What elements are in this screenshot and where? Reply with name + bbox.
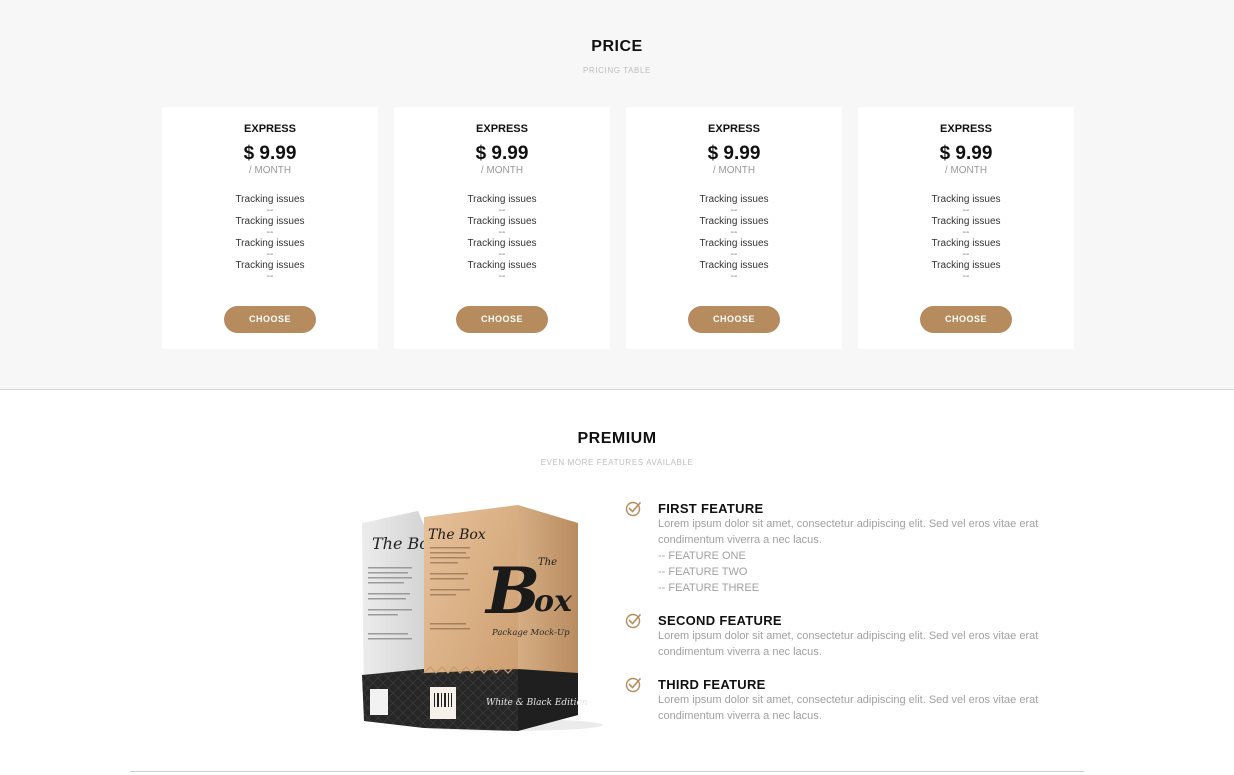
plan-feature: Tracking issues [931,260,1001,271]
feature-subitem: -- FEATURE ONE [658,550,746,562]
plan-name: EXPRESS [940,123,992,135]
feature-description: Lorem ipsum dolor sit amet, consectetur … [658,628,1073,660]
section-divider [130,771,1084,772]
plan-feature: Tracking issues [467,216,537,227]
plan-feature: Tracking issues [931,238,1001,249]
plan-feature-separator: -- [498,227,506,238]
box-front-caption: Package Mock-Up [491,628,570,638]
product-box-image: The Box The Box B ox The Package Mock-Up… [362,505,603,731]
feature-title: FIRST FEATURE [658,501,764,516]
feature-subitem: -- FEATURE THREE [658,582,760,594]
premium-subtitle: EVEN MORE FEATURES AVAILABLE [540,458,694,467]
plan-feature-separator: -- [266,205,274,216]
choose-button[interactable]: CHOOSE [688,306,780,333]
feature-description: Lorem ipsum dolor sit amet, consectetur … [658,516,1073,596]
svg-text:B: B [484,554,540,629]
check-circle-icon [625,613,641,629]
plan-feature: Tracking issues [931,216,1001,227]
choose-button[interactable]: CHOOSE [920,306,1012,333]
plan-feature-separator: -- [962,227,970,238]
pricing-card: EXPRESS $ 9.99 / MONTH Tracking issues -… [162,107,378,349]
plan-feature-separator: -- [498,205,506,216]
pricing-card: EXPRESS $ 9.99 / MONTH Tracking issues -… [626,107,842,349]
plan-feature-separator: -- [266,271,274,282]
plan-price: $ 9.99 [939,143,993,164]
plan-feature-separator: -- [962,249,970,260]
plan-feature: Tracking issues [931,194,1001,205]
feature-title: SECOND FEATURE [658,613,782,628]
plan-feature-separator: -- [730,205,738,216]
feature-subitem: -- FEATURE TWO [658,566,748,578]
plan-feature-separator: -- [962,271,970,282]
feature-title: THIRD FEATURE [658,677,766,692]
plan-period: / MONTH [944,165,988,176]
plan-feature-list: Tracking issues -- Tracking issues -- Tr… [162,194,378,282]
plan-name: EXPRESS [708,123,760,135]
plan-name: EXPRESS [244,123,296,135]
check-circle-icon [625,501,641,517]
plan-name: EXPRESS [476,123,528,135]
plan-feature: Tracking issues [467,260,537,271]
feature-body-text: Lorem ipsum dolor sit amet, consectetur … [658,518,1039,546]
plan-feature: Tracking issues [699,194,769,205]
svg-text:The: The [538,557,557,568]
choose-button[interactable]: CHOOSE [224,306,316,333]
plan-period: / MONTH [712,165,756,176]
pricing-card: EXPRESS $ 9.99 / MONTH Tracking issues -… [394,107,610,349]
pricing-cards: EXPRESS $ 9.99 / MONTH Tracking issues -… [162,107,1074,349]
premium-title: PREMIUM [577,430,657,447]
pricing-card: EXPRESS $ 9.99 / MONTH Tracking issues -… [858,107,1074,349]
plan-feature-list: Tracking issues -- Tracking issues -- Tr… [858,194,1074,282]
plan-feature: Tracking issues [699,238,769,249]
plan-feature-separator: -- [730,271,738,282]
plan-feature-list: Tracking issues -- Tracking issues -- Tr… [626,194,842,282]
price-title: PRICE [591,38,643,55]
plan-feature: Tracking issues [467,194,537,205]
plan-period: / MONTH [480,165,524,176]
plan-feature-separator: -- [730,249,738,260]
price-section: PRICE PRICING TABLE EXPRESS $ 9.99 / MON… [0,0,1234,390]
plan-feature: Tracking issues [235,260,305,271]
feature-body-text: Lorem ipsum dolor sit amet, consectetur … [658,694,1039,722]
plan-feature-separator: -- [498,271,506,282]
feature-body-text: Lorem ipsum dolor sit amet, consectetur … [658,630,1039,658]
svg-text:ox: ox [534,584,573,619]
feature-description: Lorem ipsum dolor sit amet, consectetur … [658,692,1073,724]
box-front-edition: White & Black Edition [486,698,588,708]
plan-feature: Tracking issues [467,238,537,249]
price-subtitle: PRICING TABLE [583,66,651,75]
plan-price: $ 9.99 [707,143,761,164]
check-circle-icon [625,677,641,693]
plan-period: / MONTH [248,165,292,176]
plan-feature: Tracking issues [235,194,305,205]
plan-feature-separator: -- [266,249,274,260]
box-front-brand-small: The Box [428,527,486,543]
plan-feature-separator: -- [498,249,506,260]
plan-price: $ 9.99 [243,143,297,164]
plan-feature-list: Tracking issues -- Tracking issues -- Tr… [394,194,610,282]
plan-feature: Tracking issues [235,216,305,227]
plan-price: $ 9.99 [475,143,529,164]
plan-feature-separator: -- [962,205,970,216]
plan-feature: Tracking issues [699,260,769,271]
plan-feature-separator: -- [266,227,274,238]
plan-feature-separator: -- [730,227,738,238]
plan-feature: Tracking issues [699,216,769,227]
plan-feature: Tracking issues [235,238,305,249]
choose-button[interactable]: CHOOSE [456,306,548,333]
